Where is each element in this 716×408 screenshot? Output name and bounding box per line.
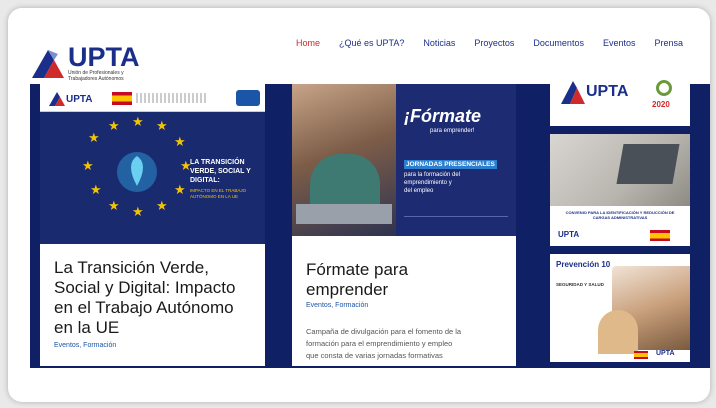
sidebar-banner-convenio[interactable]: CONVENIO PARA LA IDENTIFICACIÓN Y REDUCC… xyxy=(550,134,690,246)
image-block-title: JORNADAS PRESENCIALES xyxy=(404,160,497,169)
image-block-line: emprendimiento y xyxy=(404,180,452,186)
post-title-line-1[interactable]: La Transición Verde, xyxy=(54,258,209,278)
post-excerpt-line: que consta de varias jornadas formativas xyxy=(306,351,443,360)
spain-flag-icon xyxy=(650,230,670,241)
image-block-line: para la formación del xyxy=(404,172,461,178)
image-heading: LA TRANSICIÓN VERDE, SOCIAL Y DIGITAL: xyxy=(190,159,251,184)
post-image: UPTA ★ ★ ★ ★ ★ ★ ★ ★ ★ ★ ★ ★ LA TRANSICIÓN VERDE,… xyxy=(40,84,265,244)
svg-text:UPTA: UPTA xyxy=(586,83,629,100)
post-category[interactable]: Eventos, Formación xyxy=(306,302,368,309)
nav-item-about[interactable]: ¿Qué es UPTA? xyxy=(339,38,404,48)
nav-item-events[interactable]: Eventos xyxy=(603,38,636,48)
spain-flag-icon xyxy=(112,92,132,105)
post-image: ¡Fórmate para emprender! JORNADAS PRESEN… xyxy=(292,84,516,236)
ministry-logo xyxy=(136,93,206,103)
main-nav: Home ¿Qué es UPTA? Noticias Proyectos Do… xyxy=(296,38,702,48)
image-footer-logos xyxy=(404,216,508,228)
photo-child xyxy=(598,310,638,354)
post-card[interactable]: UPTA ★ ★ ★ ★ ★ ★ ★ ★ ★ ★ ★ ★ LA TRANSICIÓN VERDE,… xyxy=(40,84,265,366)
browser-frame: UPTA Unión de Profesionales y Trabajador… xyxy=(8,8,710,402)
svg-text:★: ★ xyxy=(174,183,186,198)
banner-heading: Prevención 10 xyxy=(556,260,611,269)
nav-item-documents[interactable]: Documentos xyxy=(533,38,584,48)
post-title-line-2[interactable]: emprender xyxy=(306,280,388,300)
nav-item-home[interactable]: Home xyxy=(296,38,320,48)
sidebar-banner-upta[interactable]: UPTA 2020 xyxy=(550,68,690,126)
site-logo[interactable]: UPTA Unión de Profesionales y Trabajador… xyxy=(30,42,150,84)
sidebar-banner-prevencion[interactable]: Prevención 10 SEGURIDAD Y SALUD UPTA xyxy=(550,254,690,362)
svg-text:★: ★ xyxy=(88,131,100,146)
nav-item-news[interactable]: Noticias xyxy=(423,38,455,48)
image-subheading: IMPACTO EN EL TRABAJO AUTÓNOMO EN LA UE xyxy=(190,188,247,199)
svg-text:★: ★ xyxy=(156,119,168,134)
post-title-line-1[interactable]: Fórmate para xyxy=(306,260,408,280)
post-title-line-4[interactable]: en la UE xyxy=(54,318,119,338)
svg-text:★: ★ xyxy=(108,119,120,134)
logo-strip: UPTA xyxy=(40,84,265,112)
svg-text:★: ★ xyxy=(82,159,94,174)
banner-brand: UPTA xyxy=(558,230,580,239)
svg-text:★: ★ xyxy=(108,199,120,214)
photo-laptop-screen xyxy=(616,144,680,184)
banner-subheading: SEGURIDAD Y SALUD xyxy=(556,282,604,287)
post-title-line-3[interactable]: en el Trabajo Autónomo xyxy=(54,298,234,318)
logo-tagline: Unión de Profesionales y Trabajadores Au… xyxy=(68,70,124,82)
post-card[interactable]: ¡Fórmate para emprender! JORNADAS PRESEN… xyxy=(292,84,516,366)
partner-badge xyxy=(236,90,260,106)
svg-text:UPTA: UPTA xyxy=(66,94,92,105)
post-category[interactable]: Eventos, Formación xyxy=(54,342,116,349)
photo-laptop xyxy=(296,204,392,224)
badge-ring xyxy=(656,80,672,96)
post-excerpt-line: formación para el emprendimiento y emple… xyxy=(306,339,453,348)
upta-logo-icon xyxy=(32,50,64,78)
svg-text:★: ★ xyxy=(156,199,168,214)
banner-caption: CONVENIO PARA LA IDENTIFICACIÓN Y REDUCC… xyxy=(565,210,675,220)
upta-logo-icon: UPTA xyxy=(561,81,629,104)
banner-brand: UPTA xyxy=(656,350,675,357)
upta-logo-icon: UPTA xyxy=(49,92,92,106)
image-block-line: del empleo xyxy=(404,188,434,194)
svg-text:★: ★ xyxy=(132,115,144,130)
image-heading: ¡Fórmate xyxy=(404,106,482,126)
nav-item-press[interactable]: Prensa xyxy=(654,38,683,48)
post-title-line-2[interactable]: Social y Digital: Impacto xyxy=(54,278,235,298)
spain-flag-icon xyxy=(634,351,648,359)
svg-text:★: ★ xyxy=(174,135,186,150)
nav-item-projects[interactable]: Proyectos xyxy=(474,38,514,48)
svg-text:★: ★ xyxy=(90,183,102,198)
svg-text:★: ★ xyxy=(132,205,144,220)
image-heading-sub: para emprender! xyxy=(430,128,475,134)
logo-wordmark: UPTA xyxy=(68,42,140,72)
anniversary-badge: 2020 xyxy=(652,100,670,109)
post-excerpt-line: Campaña de divulgación para el fomento d… xyxy=(306,327,462,336)
